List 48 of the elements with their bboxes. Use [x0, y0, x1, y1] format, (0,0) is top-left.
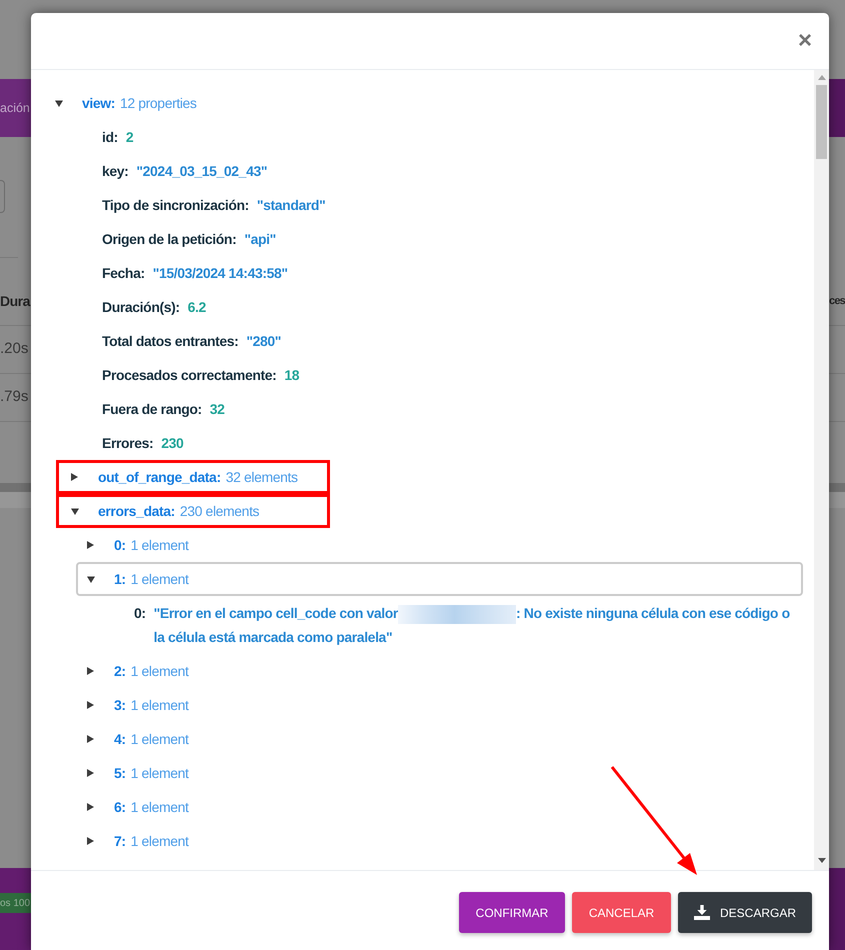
tree-key: Fecha: — [102, 261, 145, 285]
tree-node[interactable]: 1: 1 element — [76, 562, 803, 596]
tree-value: "api" — [244, 230, 276, 249]
outlined-button[interactable] — [0, 180, 5, 213]
cancel-button[interactable]: CANCELAR — [572, 892, 671, 933]
tree-node[interactable]: 4: 1 element — [87, 722, 189, 756]
confirm-button[interactable]: CONFIRMAR — [459, 892, 565, 933]
tree-key: Origen de la petición: — [102, 227, 236, 251]
download-icon — [694, 905, 710, 920]
tree-value: 2 — [126, 128, 134, 147]
tree-value: 230 — [161, 434, 184, 453]
page-title: ación — [0, 100, 30, 117]
table-cell-text: .79s — [0, 387, 28, 408]
tree-node[interactable]: 7: 1 element — [87, 824, 189, 858]
tree-value: "2024_03_15_02_43" — [136, 162, 268, 181]
error-message: "Error en el campo cell_code con valor : No existe ninguna célula con ese código o la célula está marcada como paralela" — [154, 604, 791, 647]
close-button[interactable]: × — [798, 29, 812, 53]
tree-value: "standard" — [256, 196, 326, 215]
tree-node[interactable]: 6: 1 element — [87, 790, 189, 824]
scrollbar-thumb[interactable] — [816, 85, 827, 159]
tree-key: 0: — [134, 601, 146, 625]
tree-value: 18 — [284, 366, 300, 385]
download-button[interactable]: DESCARGAR — [678, 892, 812, 933]
tree-node[interactable]: view: 12 properties — [55, 86, 197, 120]
tree-node[interactable]: 2: 1 element — [87, 654, 189, 688]
tree-key: key: — [102, 159, 128, 183]
scrollbar[interactable] — [814, 70, 829, 870]
tree-value: 6.2 — [188, 298, 206, 317]
tree-node[interactable]: out_of_range_data: 32 elements — [71, 463, 298, 491]
tree-key: Tipo de sincronización: — [102, 193, 249, 217]
tree-node[interactable]: 3: 1 element — [87, 688, 189, 722]
tree-key: Total datos entrantes: — [102, 329, 238, 353]
tree-key: Fuera de rango: — [102, 397, 202, 421]
tree-key: Errores: — [102, 431, 154, 455]
tree-key: id: — [102, 125, 118, 149]
column-heading: Dura — [0, 292, 31, 311]
status-badge: os 100 — [0, 893, 31, 913]
tree-value: "15/03/2024 14:43:58" — [152, 264, 288, 283]
table-cell-text: .20s — [0, 339, 28, 360]
tree-node[interactable]: 5: 1 element — [87, 756, 189, 790]
tree-value: 32 — [210, 400, 225, 419]
tree-node[interactable]: errors_data: 230 elements — [71, 497, 260, 525]
column-heading: ces — [829, 294, 845, 310]
tree-key: Procesados correctamente: — [102, 363, 276, 387]
scroll-down-icon[interactable] — [818, 858, 826, 863]
tree-value: "280" — [246, 332, 282, 351]
tree-node[interactable]: 0: 1 element — [87, 528, 189, 562]
tree-key: Duración(s): — [102, 295, 180, 319]
